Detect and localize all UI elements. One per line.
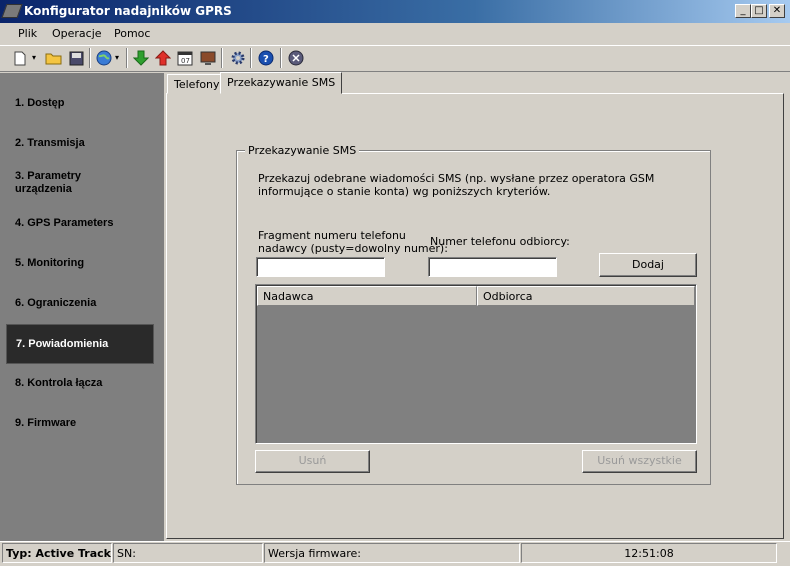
sidebar-item-dostep[interactable]: 1. Dostęp bbox=[6, 83, 154, 123]
window-title: Konfigurator nadajników GPRS bbox=[24, 4, 232, 18]
sender-number-input[interactable] bbox=[256, 257, 385, 277]
group-title: Przekazywanie SMS bbox=[245, 144, 360, 157]
sidebar-item-gps-parameters[interactable]: 4. GPS Parameters bbox=[6, 203, 154, 243]
open-folder-icon[interactable] bbox=[43, 49, 63, 67]
description-text: Przekazuj odebrane wiadomości SMS (np. w… bbox=[258, 172, 655, 198]
help-icon[interactable]: ? bbox=[256, 49, 276, 67]
svg-text:07: 07 bbox=[181, 57, 190, 65]
sidebar-item-transmisja[interactable]: 2. Transmisja bbox=[6, 123, 154, 163]
svg-text:?: ? bbox=[263, 54, 269, 65]
sidebar-item-firmware[interactable]: 9. Firmware bbox=[6, 403, 154, 443]
tab-przekazywanie-sms[interactable]: Przekazywanie SMS bbox=[220, 72, 343, 94]
dropdown-arrow-icon[interactable]: ▾ bbox=[112, 49, 122, 67]
exit-icon[interactable] bbox=[286, 49, 306, 67]
column-header-odbiorca[interactable]: Odbiorca bbox=[477, 286, 695, 306]
sidebar-item-powiadomienia[interactable]: 7. Powiadomienia bbox=[6, 324, 154, 364]
save-icon[interactable] bbox=[66, 49, 86, 67]
monitor-icon[interactable] bbox=[198, 49, 218, 67]
new-file-icon[interactable] bbox=[10, 49, 30, 67]
status-time: 12:51:08 bbox=[521, 543, 777, 563]
maximize-button[interactable]: □ bbox=[751, 4, 767, 18]
upload-red-arrow-icon[interactable] bbox=[153, 49, 173, 67]
settings-gear-icon[interactable] bbox=[228, 49, 248, 67]
forwarding-list[interactable] bbox=[255, 284, 697, 444]
minimize-button[interactable]: _ bbox=[735, 4, 751, 18]
globe-icon[interactable] bbox=[94, 49, 114, 67]
recipient-label: Numer telefonu odbiorcy: bbox=[430, 235, 570, 248]
download-green-arrow-icon[interactable] bbox=[131, 49, 151, 67]
menu-operacje[interactable]: Operacje bbox=[52, 27, 102, 40]
sidebar-item-kontrola-lacza[interactable]: 8. Kontrola łącza bbox=[6, 363, 154, 403]
calendar-icon[interactable]: 07 bbox=[175, 49, 195, 67]
sender-label-line1: Fragment numeru telefonu bbox=[258, 229, 406, 242]
close-button[interactable]: ✕ bbox=[769, 4, 785, 18]
sidebar-item-parametry[interactable]: 3. Parametry urządzenia bbox=[6, 163, 136, 203]
status-device-type: Typ: Active Track bbox=[2, 543, 112, 563]
recipient-number-input[interactable] bbox=[428, 257, 557, 277]
remove-all-button[interactable]: Usuń wszystkie bbox=[582, 450, 697, 473]
remove-button[interactable]: Usuń bbox=[255, 450, 370, 473]
menu-pomoc[interactable]: Pomoc bbox=[114, 27, 150, 40]
menu-plik[interactable]: Plik bbox=[18, 27, 37, 40]
tab-telefony[interactable]: Telefony bbox=[167, 74, 227, 94]
sidebar-item-monitoring[interactable]: 5. Monitoring bbox=[6, 243, 154, 283]
status-firmware-version: Wersja firmware: bbox=[264, 543, 520, 563]
status-serial-number: SN: bbox=[113, 543, 263, 563]
dropdown-arrow-icon[interactable]: ▾ bbox=[29, 49, 39, 67]
column-header-nadawca[interactable]: Nadawca bbox=[257, 286, 477, 306]
add-button[interactable]: Dodaj bbox=[599, 253, 697, 277]
sender-label-line2: nadawcy (pusty=dowolny numer): bbox=[258, 242, 448, 255]
sidebar-item-ograniczenia[interactable]: 6. Ograniczenia bbox=[6, 283, 154, 323]
